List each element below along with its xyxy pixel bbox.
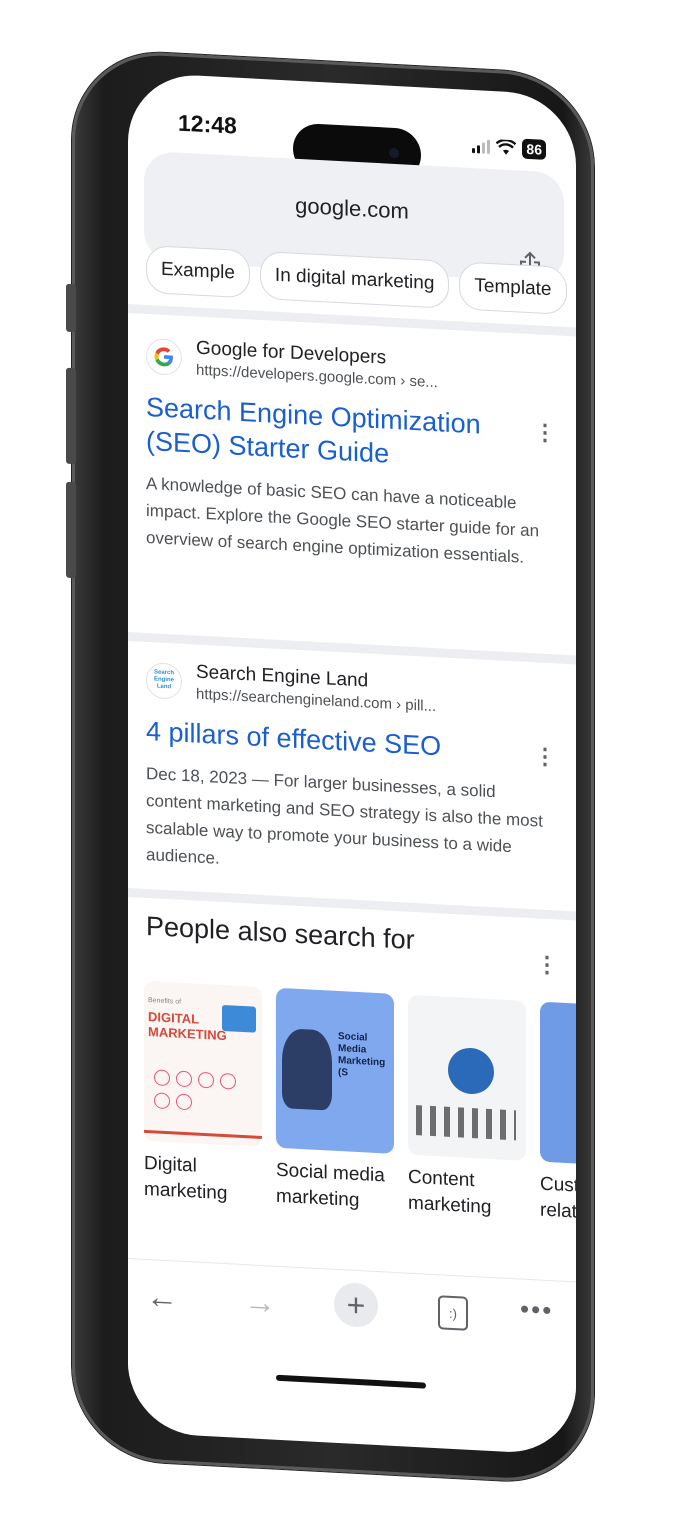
status-icons: 86 <box>472 136 546 160</box>
content-marketing-thumbnail <box>408 994 526 1161</box>
result-snippet: A knowledge of basic SEO can have a noti… <box>146 473 540 567</box>
related-search-label: Digital marketing <box>144 1152 228 1205</box>
search-result: Google for Developers https://developers… <box>146 335 556 572</box>
search-engine-land-favicon-icon: Search Engine Land <box>146 661 182 700</box>
digital-marketing-thumbnail: Benefits of DIGITAL MARKETING <box>144 980 262 1148</box>
related-search-label: Custo relati <box>540 1173 576 1223</box>
social-media-marketing-thumbnail: Social Media Marketing (S <box>276 987 394 1154</box>
people-also-search-carousel: Benefits of DIGITAL MARKETING Digital ma… <box>144 980 576 1230</box>
people-also-search-heading: People also search for <box>146 910 415 956</box>
related-search-card[interactable]: Benefits of DIGITAL MARKETING Digital ma… <box>144 980 262 1209</box>
related-search-card[interactable]: Social Media Marketing (S Social media m… <box>276 987 394 1216</box>
chip-example[interactable]: Example <box>146 244 250 299</box>
tabs-button[interactable]: :) <box>438 1295 468 1331</box>
more-options-icon[interactable]: ⋮ <box>536 951 558 978</box>
back-arrow-icon[interactable]: ← <box>146 1278 178 1317</box>
related-search-label: Content marketing <box>408 1166 492 1219</box>
related-search-card[interactable]: Content marketing <box>408 994 526 1223</box>
more-options-icon[interactable]: ⋮ <box>534 743 556 769</box>
phone-screen: 12:48 86 google.com Example In digital m… <box>128 72 576 1456</box>
result-source[interactable]: Google for Developers https://developers… <box>146 335 556 397</box>
status-time: 12:48 <box>178 109 237 139</box>
forward-arrow-icon[interactable]: → <box>244 1283 276 1322</box>
signal-icon <box>472 139 491 154</box>
result-title-link[interactable]: Search Engine Optimization (SEO) Starter… <box>146 390 556 479</box>
customer-relationship-thumbnail <box>540 1001 576 1168</box>
volume-up-button <box>66 367 76 465</box>
action-button <box>66 283 76 333</box>
divider <box>128 632 576 665</box>
volume-down-button <box>66 481 76 579</box>
more-menu-icon[interactable]: ••• <box>520 1294 553 1327</box>
related-search-card[interactable]: Custo relati <box>540 1001 576 1230</box>
result-source[interactable]: Search Engine Land Search Engine Land ht… <box>146 659 556 721</box>
result-snippet: Dec 18, 2023 — For larger businesses, a … <box>146 763 543 868</box>
google-favicon-icon <box>146 337 182 376</box>
chip-template[interactable]: Template <box>459 261 567 315</box>
related-search-label: Social media marketing <box>276 1159 385 1212</box>
search-result: Search Engine Land Search Engine Land ht… <box>146 659 556 889</box>
battery-indicator: 86 <box>522 138 546 160</box>
wifi-icon <box>496 139 517 155</box>
new-tab-plus-icon[interactable]: + <box>334 1281 378 1329</box>
chip-in-digital-marketing[interactable]: In digital marketing <box>259 250 450 309</box>
more-options-icon[interactable]: ⋮ <box>534 419 556 445</box>
result-title-link[interactable]: 4 pillars of effective SEO <box>146 714 556 769</box>
